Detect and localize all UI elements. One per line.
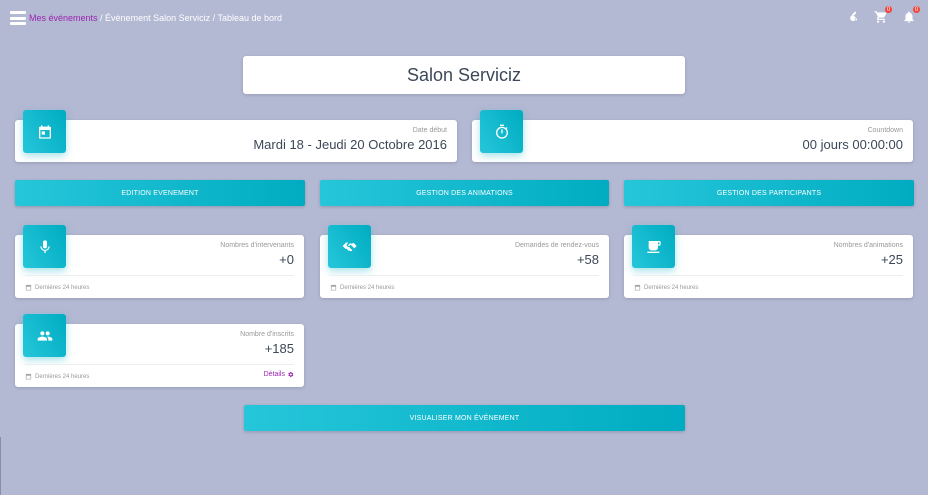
date-value: Mardi 18 - Jeudi 20 Octobre 2016 bbox=[253, 137, 447, 152]
stat-footer-text: Dernières 24 heures bbox=[35, 373, 90, 380]
stat-footer: Dernières 24 heures bbox=[25, 284, 89, 291]
handshake-icon bbox=[328, 225, 371, 268]
notification-badge: 0 bbox=[912, 5, 921, 14]
countdown-card: Countdown 00 jours 00:00:00 bbox=[472, 110, 913, 162]
menu-icon[interactable] bbox=[10, 11, 26, 25]
cart-badge: 0 bbox=[884, 5, 893, 14]
calendar-icon bbox=[23, 110, 66, 153]
stat-value: +0 bbox=[279, 252, 294, 267]
stat-footer-text: Dernières 24 heures bbox=[644, 284, 699, 291]
stat-card-animations: Nombres d'animations +25 Dernières 24 he… bbox=[624, 225, 913, 298]
stat-category: Demandes de rendez-vous bbox=[514, 242, 599, 249]
stat-category: Nombres d'intervenants bbox=[220, 242, 294, 249]
stat-category: Nombre d'inscrits bbox=[240, 331, 294, 338]
card-divider bbox=[25, 364, 294, 365]
breadcrumb-rest: / Évènement Salon Serviciz / Tableau de … bbox=[97, 13, 282, 23]
stat-card-speakers: Nombres d'intervenants +0 Dernières 24 h… bbox=[15, 225, 304, 298]
card-divider bbox=[330, 275, 599, 276]
gear-icon bbox=[288, 371, 294, 378]
stat-footer-text: Dernières 24 heures bbox=[35, 284, 90, 291]
left-edge-line bbox=[0, 437, 1, 495]
view-event-button[interactable]: VISUALISER MON ÉVÉNEMENT bbox=[244, 405, 685, 431]
breadcrumb-events-link[interactable]: Mes événements bbox=[29, 13, 98, 23]
manage-participants-button[interactable]: GESTION DES PARTICIPANTS bbox=[624, 180, 914, 206]
coffee-icon bbox=[632, 225, 675, 268]
event-title-card: Salon Serviciz bbox=[243, 56, 685, 94]
stat-value: +185 bbox=[264, 341, 294, 356]
stat-footer-text: Dernières 24 heures bbox=[340, 284, 395, 291]
cart-icon[interactable]: 0 bbox=[874, 5, 893, 24]
stat-footer: Dernières 24 heures bbox=[634, 284, 698, 291]
bell-icon[interactable]: 0 bbox=[902, 5, 921, 24]
stat-footer: Dernières 24 heures bbox=[330, 284, 394, 291]
stat-card-meetings: Demandes de rendez-vous +58 Dernières 24… bbox=[320, 225, 609, 298]
stat-card-registrations: Nombre d'inscrits +185 Dernières 24 heur… bbox=[15, 314, 304, 387]
people-icon bbox=[23, 314, 66, 357]
countdown-category: Countdown bbox=[867, 127, 903, 134]
breadcrumb: Mes événements / Évènement Salon Servici… bbox=[29, 13, 282, 23]
calendar-small-icon bbox=[25, 373, 32, 380]
date-card: Date début Mardi 18 - Jeudi 20 Octobre 2… bbox=[15, 110, 457, 162]
edit-event-button[interactable]: EDITION EVENEMENT bbox=[15, 180, 305, 206]
details-link[interactable]: Détails bbox=[264, 371, 294, 378]
calendar-small-icon bbox=[330, 284, 337, 291]
top-icons: 0 0 bbox=[832, 5, 921, 24]
key-icon[interactable] bbox=[846, 10, 860, 24]
stat-footer: Dernières 24 heures bbox=[25, 373, 89, 380]
microphone-icon bbox=[23, 225, 66, 268]
page-title: Salon Serviciz bbox=[406, 64, 522, 85]
card-divider bbox=[634, 275, 903, 276]
stat-value: +25 bbox=[880, 252, 903, 267]
manage-animations-button[interactable]: GESTION DES ANIMATIONS bbox=[320, 180, 609, 206]
calendar-small-icon bbox=[634, 284, 641, 291]
timer-icon bbox=[480, 110, 523, 153]
calendar-small-icon bbox=[25, 284, 32, 291]
stat-value: +58 bbox=[576, 252, 599, 267]
date-category: Date début bbox=[412, 127, 447, 134]
stat-category: Nombres d'animations bbox=[833, 242, 903, 249]
details-label: Détails bbox=[263, 371, 285, 378]
card-divider bbox=[25, 275, 294, 276]
top-navbar: Mes événements / Évènement Salon Servici… bbox=[0, 0, 928, 38]
countdown-value: 00 jours 00:00:00 bbox=[802, 137, 903, 152]
